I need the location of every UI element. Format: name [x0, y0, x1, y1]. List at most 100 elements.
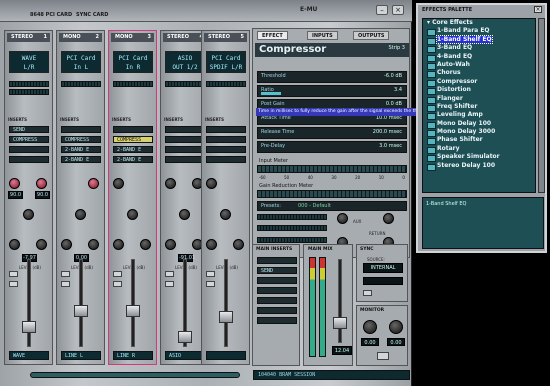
- insert-slot[interactable]: [61, 126, 101, 133]
- insert-slot[interactable]: [206, 156, 246, 163]
- solo-button[interactable]: [61, 281, 70, 287]
- close-button[interactable]: ×: [392, 5, 404, 15]
- send-knob[interactable]: [113, 239, 124, 250]
- level-fader[interactable]: [178, 331, 192, 343]
- send-knob[interactable]: [140, 239, 151, 250]
- level-fader[interactable]: [22, 321, 36, 333]
- effect-item[interactable]: 1-Band Para EQ: [423, 27, 535, 37]
- insert-slot[interactable]: [165, 146, 205, 153]
- effect-item[interactable]: Leveling Amp: [423, 111, 535, 121]
- sync-rate[interactable]: [363, 277, 403, 285]
- insert-slot[interactable]: [206, 136, 246, 143]
- insert-slot[interactable]: [206, 146, 246, 153]
- solo-button[interactable]: [113, 281, 122, 287]
- close-icon[interactable]: ×: [534, 6, 542, 13]
- effect-item[interactable]: Rotary: [423, 145, 535, 155]
- aux2-knob[interactable]: [36, 178, 47, 189]
- mute-button[interactable]: [113, 271, 122, 277]
- insert-slot-selected[interactable]: COMPRESS: [113, 136, 153, 143]
- palette-scrollbar[interactable]: [538, 18, 545, 193]
- return-knob[interactable]: [383, 213, 394, 224]
- pan-knob[interactable]: [220, 209, 231, 220]
- main-insert-slot[interactable]: [257, 287, 297, 294]
- pan-knob[interactable]: [75, 209, 86, 220]
- mute-button[interactable]: [165, 271, 174, 277]
- pan-knob[interactable]: [179, 209, 190, 220]
- aux-knob[interactable]: [88, 178, 99, 189]
- tab-effect[interactable]: EFFECT: [257, 31, 288, 40]
- aux-knob[interactable]: [206, 178, 217, 189]
- send-knob[interactable]: [88, 239, 99, 250]
- effect-item[interactable]: Mono Delay 3000: [423, 128, 535, 138]
- insert-slot[interactable]: [9, 156, 49, 163]
- effect-item[interactable]: Auto-Wah: [423, 61, 535, 71]
- balance-knob[interactable]: [389, 320, 403, 334]
- mute-button[interactable]: [9, 271, 18, 277]
- tab-inputs[interactable]: INPUTS: [307, 31, 338, 40]
- main-insert-slot[interactable]: [257, 257, 297, 264]
- sync-source[interactable]: INTERNAL: [363, 263, 403, 273]
- main-send-slot[interactable]: SEND: [257, 267, 297, 274]
- effect-item[interactable]: Compressor: [423, 78, 535, 88]
- pan-knob[interactable]: [23, 209, 34, 220]
- insert-slot[interactable]: 2-BAND E: [113, 156, 153, 163]
- strip-name[interactable]: [206, 351, 246, 360]
- effect-item-selected[interactable]: 1-Band Shelf EQ: [423, 34, 535, 46]
- param-release-time[interactable]: Release Time 200.0 msec: [257, 127, 407, 139]
- effect-item[interactable]: Chorus: [423, 69, 535, 79]
- session-name[interactable]: 104040 BRAM SESSION: [253, 370, 410, 380]
- source-display[interactable]: PCI Card In R: [113, 51, 153, 73]
- level-fader[interactable]: [74, 305, 88, 317]
- main-insert-slot[interactable]: [257, 317, 297, 324]
- source-display[interactable]: WAVE L/R: [9, 51, 49, 73]
- strip-name[interactable]: ASIO: [165, 351, 205, 360]
- volume-knob[interactable]: [363, 320, 377, 334]
- strip-scrollbar[interactable]: [30, 372, 240, 378]
- param-pre-delay[interactable]: Pre-Delay 3.0 msec: [257, 141, 407, 153]
- main-insert-slot[interactable]: [257, 277, 297, 284]
- param-ratio[interactable]: Ratio 3.4: [257, 85, 407, 97]
- strip-name[interactable]: LINE R: [113, 351, 153, 360]
- insert-slot[interactable]: [113, 126, 153, 133]
- send-knob[interactable]: [233, 239, 244, 250]
- insert-slot[interactable]: [9, 146, 49, 153]
- insert-slot[interactable]: [206, 126, 246, 133]
- aux-knob[interactable]: [113, 178, 124, 189]
- param-threshold[interactable]: Threshold -6.0 dB: [257, 71, 407, 83]
- send-knob[interactable]: [165, 239, 176, 250]
- effect-item[interactable]: Distortion: [423, 86, 535, 96]
- tree-root-core-effects[interactable]: ▾ Core Effects: [423, 19, 535, 27]
- effect-item[interactable]: Phase Shifter: [423, 136, 535, 146]
- level-fader[interactable]: [219, 311, 233, 323]
- main-fader[interactable]: [333, 317, 347, 329]
- effect-item[interactable]: Flanger: [423, 95, 535, 104]
- minimize-button[interactable]: –: [376, 5, 388, 15]
- insert-slot[interactable]: COMPRESS: [61, 136, 101, 143]
- insert-slot[interactable]: [165, 126, 205, 133]
- effect-item[interactable]: Mono Delay 100: [423, 120, 535, 130]
- solo-button[interactable]: [165, 281, 174, 287]
- tab-outputs[interactable]: OUTPUTS: [353, 31, 390, 40]
- mute-button[interactable]: [377, 352, 389, 360]
- mute-button[interactable]: [61, 271, 70, 277]
- insert-slot[interactable]: COMPRESS: [9, 136, 49, 143]
- solo-button[interactable]: [206, 281, 215, 287]
- aux-knob[interactable]: [165, 178, 176, 189]
- insert-slot[interactable]: SEND: [9, 126, 49, 133]
- insert-slot[interactable]: [165, 156, 205, 163]
- send-knob[interactable]: [9, 239, 20, 250]
- insert-slot[interactable]: 2-BAND E: [61, 156, 101, 163]
- preset-selector[interactable]: Presets: 000 - Default: [257, 201, 407, 211]
- strip-name[interactable]: LINE L: [61, 351, 101, 360]
- source-display[interactable]: PCI Card SPDIF L/R: [206, 51, 246, 73]
- insert-slot[interactable]: 2-BAND E: [113, 146, 153, 153]
- strip-name[interactable]: WAVE: [9, 351, 49, 360]
- send-knob[interactable]: [61, 239, 72, 250]
- source-display[interactable]: ASIO OUT 1/2: [165, 51, 205, 73]
- level-fader[interactable]: [126, 305, 140, 317]
- effect-item[interactable]: Freq Shifter: [423, 103, 535, 113]
- effect-item[interactable]: 4-Band EQ: [423, 53, 535, 63]
- aux-knob[interactable]: [337, 213, 348, 224]
- mute-button[interactable]: [206, 271, 215, 277]
- effect-item[interactable]: 3-Band EQ: [423, 44, 535, 54]
